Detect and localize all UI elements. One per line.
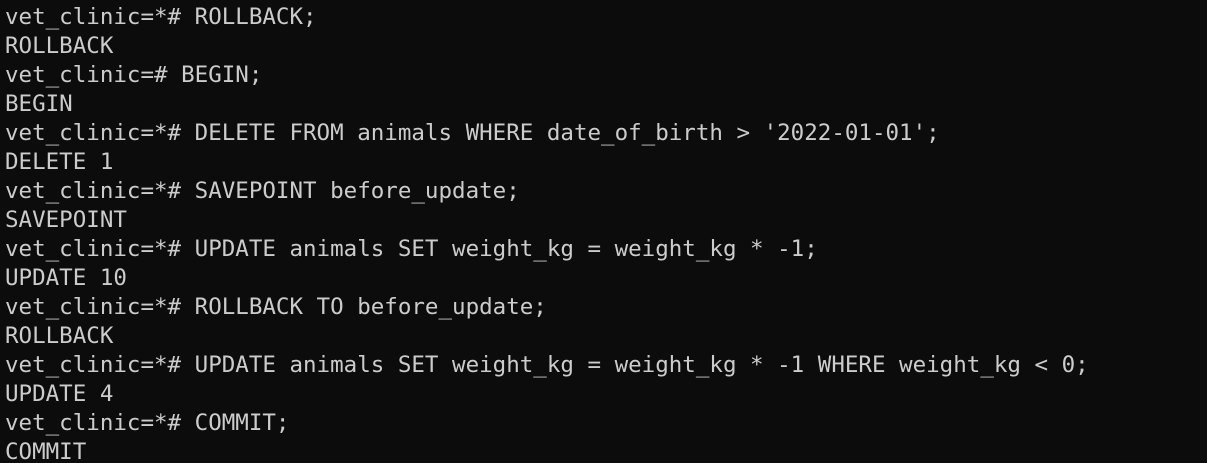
prompt-line: vet_clinic=# BEGIN; — [5, 62, 263, 88]
prompt-line: vet_clinic=*# ROLLBACK; — [5, 4, 317, 30]
output-line: BEGIN — [5, 91, 73, 117]
prompt-line: vet_clinic=*# DELETE FROM animals WHERE … — [5, 120, 940, 146]
output-line: COMMIT — [5, 439, 87, 463]
prompt-line: vet_clinic=*# ROLLBACK TO before_update; — [5, 294, 547, 320]
prompt-line: vet_clinic=*# UPDATE animals SET weight_… — [5, 236, 818, 262]
output-line: DELETE 1 — [5, 149, 114, 175]
prompt-line: vet_clinic=*# SAVEPOINT before_update; — [5, 178, 520, 204]
output-line: UPDATE 10 — [5, 265, 127, 291]
output-line: UPDATE 4 — [5, 381, 114, 407]
terminal-output[interactable]: vet_clinic=*# ROLLBACK; ROLLBACK vet_cli… — [0, 0, 1207, 463]
prompt-line: vet_clinic=*# UPDATE animals SET weight_… — [5, 352, 1089, 378]
output-line: ROLLBACK — [5, 323, 114, 349]
output-line: SAVEPOINT — [5, 207, 127, 233]
output-line: ROLLBACK — [5, 33, 114, 59]
prompt-line: vet_clinic=*# COMMIT; — [5, 410, 290, 436]
